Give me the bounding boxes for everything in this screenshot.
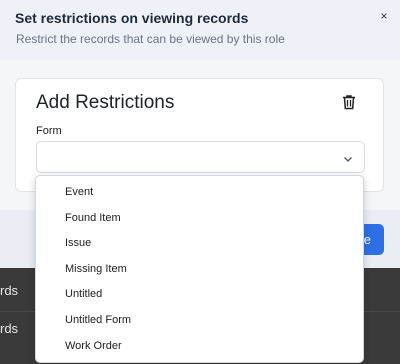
trash-icon[interactable] (340, 93, 358, 111)
dropdown-option-work-order[interactable]: Work Order (36, 334, 363, 359)
dropdown-option-untitled[interactable]: Untitled (36, 282, 363, 307)
dropdown-option-issue[interactable]: Issue (36, 231, 363, 256)
card-title: Add Restrictions (36, 92, 175, 113)
background-row-text: rds (0, 321, 19, 336)
close-icon[interactable]: × (376, 8, 392, 24)
save-button-label: e (363, 232, 371, 247)
modal-subtitle: Restrict the records that can be viewed … (16, 32, 285, 46)
chevron-down-icon (342, 152, 354, 164)
modal-title: Set restrictions on viewing records (15, 10, 249, 26)
modal-header: Set restrictions on viewing records Rest… (0, 0, 400, 60)
form-dropdown-menu: Event Found Item Issue Missing Item Unti… (35, 175, 364, 363)
background-row-text: rds (0, 283, 19, 298)
dropdown-option-untitled-form[interactable]: Untitled Form (36, 308, 363, 333)
form-field-label: Form (36, 125, 62, 137)
dropdown-option-found-item[interactable]: Found Item (36, 206, 363, 231)
dropdown-option-event[interactable]: Event (36, 180, 363, 205)
dropdown-option-missing-item[interactable]: Missing Item (36, 257, 363, 282)
form-select[interactable] (36, 141, 365, 173)
